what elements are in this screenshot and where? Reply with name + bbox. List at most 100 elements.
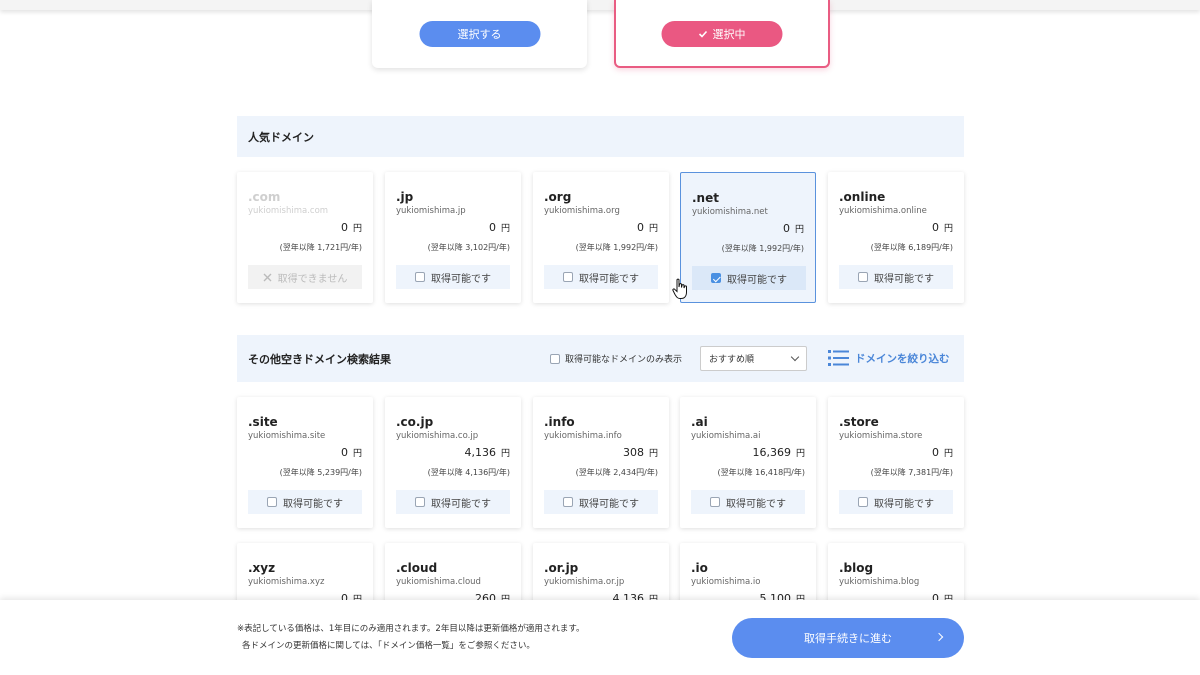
unavailable-button: 取得できません xyxy=(248,265,362,289)
domain-price: 16,369 円 xyxy=(752,446,805,459)
domain-price: 0円 xyxy=(931,446,953,459)
renewal-price: (翌年以降 1,992円/年) xyxy=(575,243,658,252)
renewal-price: (翌年以降 3,102円/年) xyxy=(427,243,510,252)
domain-card-co-jp: .co.jp yukiomishima.co.jp 4,136 円 (翌年以降 4… xyxy=(385,397,521,528)
select-plan-label: 選択する xyxy=(457,28,502,41)
checkbox[interactable] xyxy=(415,272,425,282)
domain-fqdn: yukiomishima.jp xyxy=(396,206,466,216)
popular-domains-title: 人気ドメイン xyxy=(248,130,314,144)
hand-cursor-icon xyxy=(672,278,687,299)
domain-tld: .info xyxy=(544,415,575,429)
pick-label: 取得可能です xyxy=(874,273,934,285)
proceed-button[interactable]: 取得手続きに進む xyxy=(732,618,964,658)
checkbox[interactable] xyxy=(267,497,277,507)
domain-tld: .online xyxy=(839,190,886,204)
select-domain-button[interactable]: 取得可能です xyxy=(839,265,953,289)
domain-price: 0円 xyxy=(636,221,658,234)
checkbox[interactable] xyxy=(858,272,868,282)
selected-plan-button[interactable]: 選択中 xyxy=(661,21,783,47)
domain-fqdn: yukiomishima.net xyxy=(692,207,768,217)
domain-card-net: .net yukiomishima.net 0円 (翌年以降 1,992円/年)… xyxy=(680,172,816,303)
domain-tld: .store xyxy=(839,415,879,429)
domain-tld: .co.jp xyxy=(396,415,434,429)
pick-label: 取得可能です xyxy=(431,498,491,510)
available-only-filter[interactable]: 取得可能なドメインのみ表示 xyxy=(550,352,682,365)
select-domain-button[interactable]: 取得可能です xyxy=(396,490,510,514)
renewal-price: (翌年以降 2,434円/年) xyxy=(575,468,658,477)
domain-price: 0円 xyxy=(340,446,362,459)
pick-label: 取得できません xyxy=(277,273,348,285)
domain-price: 0円 xyxy=(782,222,804,235)
domain-fqdn: yukiomishima.com xyxy=(248,206,329,216)
select-domain-button[interactable]: 取得可能です xyxy=(396,265,510,289)
domain-fqdn: yukiomishima.site xyxy=(248,431,326,441)
domain-tld: .site xyxy=(248,415,278,429)
domain-card-com: .com yukiomishima.com 0円 (翌年以降 1,721円/年)… xyxy=(237,172,373,303)
price-note-link: 各ドメインの更新価格に関しては、「ドメイン価格一覧」をご参照ください。 xyxy=(242,641,535,651)
check-icon xyxy=(698,30,708,38)
domain-fqdn: yukiomishima.cloud xyxy=(396,577,481,587)
domain-fqdn: yukiomishima.or.jp xyxy=(544,577,625,587)
domain-fqdn: yukiomishima.online xyxy=(839,206,927,216)
domain-fqdn: yukiomishima.xyz xyxy=(248,577,325,587)
renewal-price: (翌年以降 1,992円/年) xyxy=(721,244,804,253)
price-note: ※表記している価格は、1年目にのみ適用されます。2年目以降は更新価格が適用されま… xyxy=(237,624,585,634)
cross-icon xyxy=(263,273,272,281)
domain-fqdn: yukiomishima.org xyxy=(544,206,620,216)
select-domain-button[interactable]: 取得可能です xyxy=(691,490,805,514)
domain-tld: .ai xyxy=(691,415,708,429)
domain-price: 0円 xyxy=(488,221,510,234)
domain-card-org: .org yukiomishima.org 0円 (翌年以降 1,992円/年)… xyxy=(533,172,669,303)
domain-fqdn: yukiomishima.co.jp xyxy=(396,431,479,441)
sort-select[interactable]: おすすめ順 xyxy=(700,346,807,371)
narrow-label: ドメインを絞り込む xyxy=(855,352,950,365)
renewal-price: (翌年以降 4,136円/年) xyxy=(427,468,510,477)
domain-tld: .jp xyxy=(396,190,414,204)
domain-price: 0円 xyxy=(931,221,953,234)
domain-tld: .or.jp xyxy=(544,561,579,575)
plan-card-selected: 選択中 xyxy=(614,0,830,68)
select-domain-button[interactable]: 取得可能です xyxy=(839,490,953,514)
domain-price: 308 円 xyxy=(622,446,658,459)
selected-plan-label: 選択中 xyxy=(712,28,746,41)
domain-fqdn: yukiomishima.store xyxy=(839,431,923,441)
domain-tld: .org xyxy=(544,190,572,204)
domain-tld: .xyz xyxy=(248,561,276,575)
select-domain-button[interactable]: 取得可能です xyxy=(692,266,806,290)
plan-card: 選択する xyxy=(372,0,587,68)
renewal-price: (翌年以降 7,381円/年) xyxy=(870,468,953,477)
filter-label: 取得可能なドメインのみ表示 xyxy=(565,355,683,365)
pick-label: 取得可能です xyxy=(727,274,787,286)
checkbox[interactable] xyxy=(550,353,560,364)
domain-price: 0円 xyxy=(340,221,362,234)
select-domain-button[interactable]: 取得可能です xyxy=(248,490,362,514)
narrow-domains-button[interactable]: ドメインを絞り込む xyxy=(828,349,950,367)
domain-fqdn: yukiomishima.info xyxy=(544,431,622,441)
chevron-down-icon xyxy=(790,352,800,362)
select-plan-button[interactable]: 選択する xyxy=(419,21,540,47)
pick-label: 取得可能です xyxy=(579,273,639,285)
pick-label: 取得可能です xyxy=(431,273,491,285)
select-domain-button[interactable]: 取得可能です xyxy=(544,490,658,514)
checkbox[interactable] xyxy=(710,497,720,507)
select-domain-button[interactable]: 取得可能です xyxy=(544,265,658,289)
popular-domains-header: 人気ドメイン xyxy=(237,116,964,157)
domain-tld: .blog xyxy=(839,561,874,575)
domain-tld: .cloud xyxy=(396,561,438,575)
pick-label: 取得可能です xyxy=(874,498,934,510)
domain-card-site: .site yukiomishima.site 0円 (翌年以降 5,239円/… xyxy=(237,397,373,528)
checkbox-checked[interactable] xyxy=(711,273,721,283)
domain-card-info: .info yukiomishima.info 308 円 (翌年以降 2,434… xyxy=(533,397,669,528)
domain-card-jp: .jp yukiomishima.jp 0円 (翌年以降 3,102円/年) 取… xyxy=(385,172,521,303)
domain-fqdn: yukiomishima.io xyxy=(691,577,761,587)
renewal-price: (翌年以降 5,239円/年) xyxy=(279,468,362,477)
domain-tld: .io xyxy=(691,561,708,575)
checkbox[interactable] xyxy=(563,497,573,507)
domain-card-online: .online yukiomishima.online 0円 (翌年以降 6,1… xyxy=(828,172,964,303)
domain-fqdn: yukiomishima.ai xyxy=(691,431,761,441)
checkbox[interactable] xyxy=(415,497,425,507)
pick-label: 取得可能です xyxy=(283,498,343,510)
domain-fqdn: yukiomishima.blog xyxy=(839,577,920,587)
checkbox[interactable] xyxy=(858,497,868,507)
checkbox[interactable] xyxy=(563,272,573,282)
